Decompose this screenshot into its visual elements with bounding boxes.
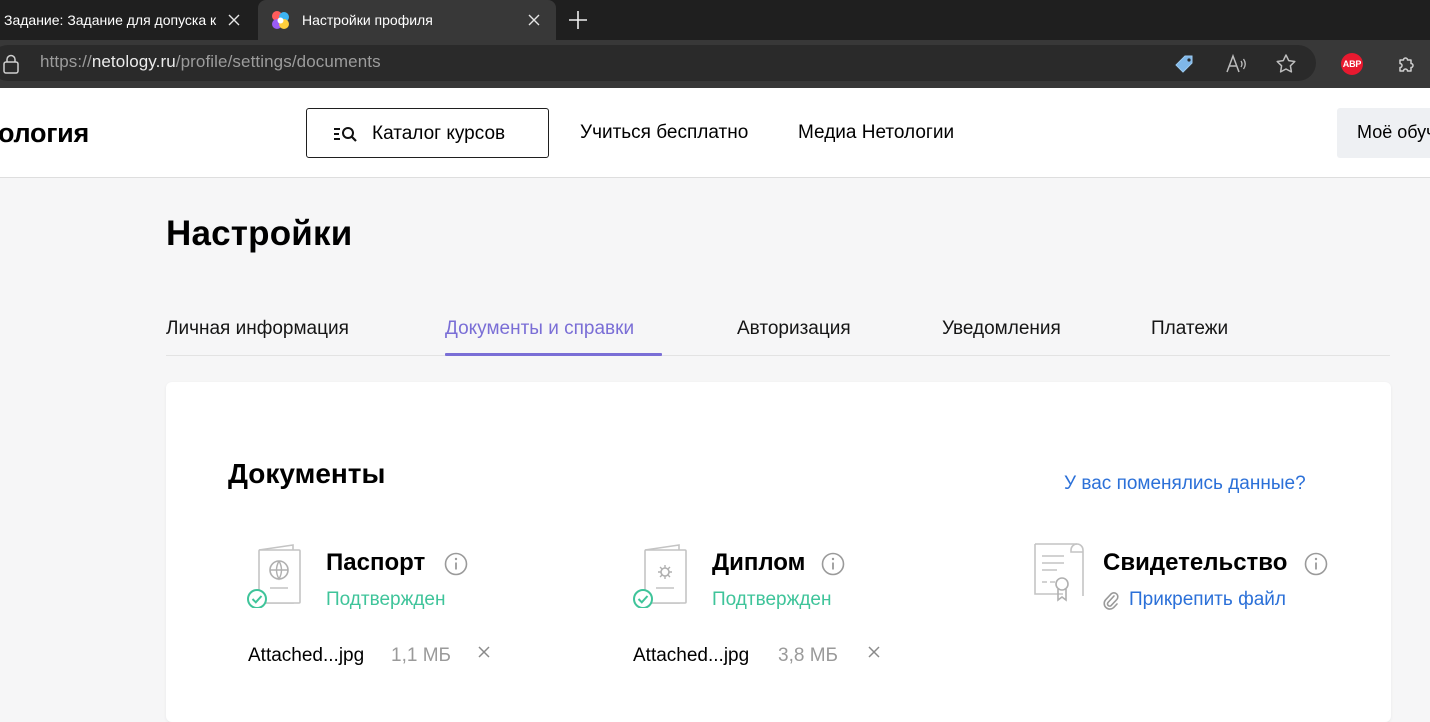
netology-favicon-icon	[272, 11, 289, 29]
diploma-title: Диплом	[712, 549, 806, 576]
catalog-search-icon	[334, 127, 357, 142]
passport-icon	[247, 544, 301, 608]
remove-file-icon[interactable]	[475, 643, 493, 661]
diploma-file-size: 3,8 МБ	[778, 645, 838, 666]
passport-status: Подтвержден	[326, 589, 446, 610]
tab-title: Задание: Задание для допуска к	[4, 12, 217, 28]
info-icon[interactable]	[444, 552, 468, 576]
price-tag-icon[interactable]	[1173, 52, 1197, 76]
my-learning-button[interactable]: Моё обучение	[1337, 108, 1430, 158]
close-icon[interactable]	[224, 10, 244, 30]
tabs-divider	[166, 355, 1390, 356]
info-icon[interactable]	[1304, 552, 1328, 576]
nav-learn-free[interactable]: Учиться бесплатно	[580, 122, 748, 144]
course-catalog-button[interactable]: Каталог курсов	[306, 108, 549, 158]
diploma-file-name[interactable]: Attached...jpg	[633, 645, 749, 667]
adblock-plus-extension-icon[interactable]: ABP	[1341, 53, 1363, 75]
site-logo[interactable]: ология	[0, 118, 89, 149]
passport-file-size: 1,1 МБ	[391, 645, 451, 666]
passport-file-name[interactable]: Attached...jpg	[248, 645, 364, 667]
documents-title: Документы	[228, 458, 386, 489]
favorites-star-icon[interactable]	[1274, 52, 1298, 76]
diploma-icon	[633, 544, 687, 608]
diploma-status: Подтвержден	[712, 589, 832, 610]
page-title: Настройки	[166, 214, 353, 253]
browser-tab-assignment[interactable]: Задание: Задание для допуска к	[0, 0, 256, 40]
tab-documents[interactable]: Документы и справки	[445, 318, 634, 340]
tab-title: Настройки профиля	[302, 12, 433, 28]
course-catalog-label: Каталог курсов	[372, 123, 506, 144]
data-changed-link[interactable]: У вас поменялись данные?	[1064, 473, 1306, 495]
tab-personal-info[interactable]: Личная информация	[166, 318, 349, 340]
browser-tab-profile-settings[interactable]: Настройки профиля	[258, 0, 556, 40]
my-learning-label: Моё обучение	[1357, 122, 1430, 142]
nav-netology-media[interactable]: Медиа Нетологии	[798, 122, 954, 144]
tab-notifications[interactable]: Уведомления	[942, 318, 1061, 340]
paperclip-icon	[1103, 592, 1119, 610]
url-path: /profile/settings/documents	[175, 52, 381, 71]
url-text[interactable]: https://netology.ru/profile/settings/doc…	[40, 52, 381, 72]
active-tab-indicator	[445, 353, 662, 356]
read-aloud-icon[interactable]	[1224, 52, 1248, 76]
browser-tab-bar: Задание: Задание для допуска к Настройки…	[0, 0, 1430, 40]
extensions-puzzle-icon[interactable]	[1395, 52, 1419, 76]
attach-file-link[interactable]: Прикрепить файл	[1129, 589, 1286, 611]
url-scheme: https://	[40, 52, 92, 71]
certificate-title: Свидетельство	[1103, 549, 1288, 576]
tab-payments[interactable]: Платежи	[1151, 318, 1228, 340]
tab-authorization[interactable]: Авторизация	[737, 318, 851, 340]
url-host: netology.ru	[91, 52, 176, 71]
info-icon[interactable]	[821, 552, 845, 576]
remove-file-icon[interactable]	[865, 643, 883, 661]
lock-icon[interactable]	[2, 54, 20, 74]
close-icon[interactable]	[524, 10, 544, 30]
certificate-icon	[1034, 543, 1084, 602]
passport-title: Паспорт	[326, 549, 426, 576]
new-tab-plus-icon[interactable]	[566, 8, 590, 32]
